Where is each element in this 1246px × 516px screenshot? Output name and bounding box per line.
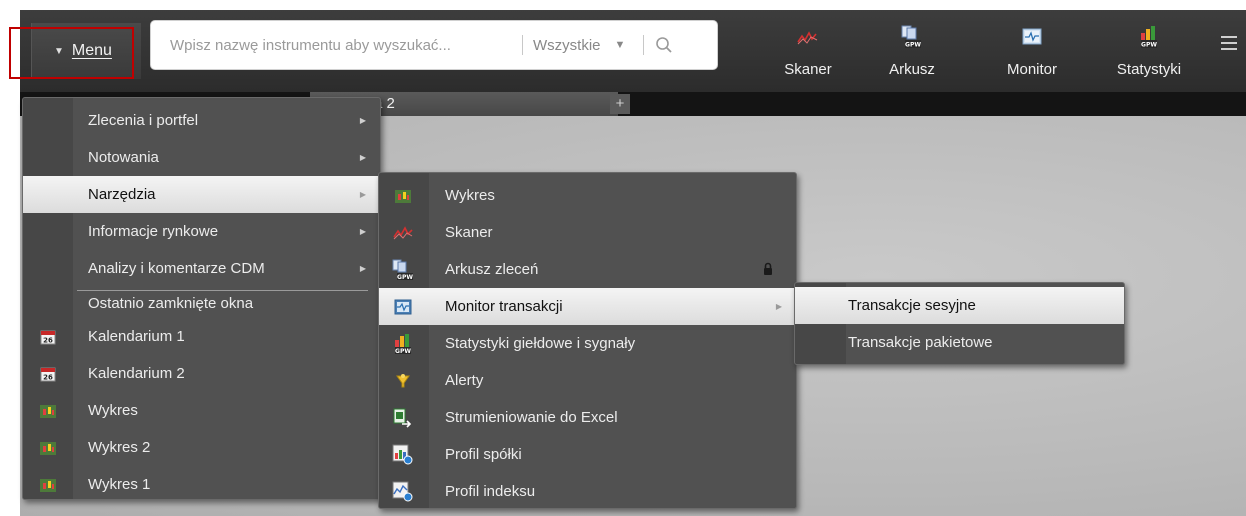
gpw-text: GPW (905, 42, 921, 49)
scanner-chart-icon (797, 24, 819, 50)
submenu-arrow-icon: ▶ (359, 190, 366, 199)
gpw-sheet-icon: GPW (391, 258, 415, 282)
tools-item-chart[interactable]: Wykres (379, 177, 796, 214)
calendar-day-text: 26 (43, 373, 53, 381)
tools-item-order-sheet[interactable]: GPW Arkusz zleceń (379, 251, 796, 288)
monitor-item-label: Transakcje sesyjne (848, 297, 976, 314)
tools-item-label: Strumieniowanie do Excel (445, 409, 618, 426)
index-profile-icon (391, 480, 415, 504)
menu-item-label: Narzędzia (88, 186, 156, 203)
caret-down-icon: ▼ (54, 45, 64, 57)
tools-item-alerts[interactable]: Alerty (379, 362, 796, 399)
lock-icon (763, 262, 773, 276)
main-menu-label: Menu (71, 42, 112, 59)
tools-item-index-profile[interactable]: Profil indeksu (379, 473, 796, 508)
tools-item-transaction-monitor[interactable]: Monitor transakcji ▶ (379, 288, 796, 325)
menu-item-orders-portfolio[interactable]: Zlecenia i portfel ▶ (23, 102, 380, 139)
toolbar-scanner-button[interactable]: Skaner (768, 10, 848, 92)
tools-item-label: Wykres (445, 187, 495, 204)
tools-item-label: Alerty (445, 372, 484, 389)
menu-item-label: Informacje rynkowe (88, 223, 219, 240)
hamburger-menu-icon[interactable] (1221, 36, 1237, 54)
calendar-icon: 26 (36, 325, 60, 349)
top-toolbar: ▼ Menu Wpisz nazwę instrumentu aby wyszu… (20, 10, 1246, 92)
tools-item-scanner[interactable]: Skaner (379, 214, 796, 251)
recent-item-chart-1[interactable]: Wykres 1 (23, 466, 380, 499)
tools-item-label: Arkusz zleceń (445, 261, 539, 278)
tools-item-label: Statystyki giełdowe i sygnały (445, 335, 636, 352)
instrument-search: Wpisz nazwę instrumentu aby wyszukać... … (150, 20, 718, 70)
menu-item-label: Zlecenia i portfel (88, 112, 199, 129)
gpw-text: GPW (1141, 42, 1157, 49)
toolbar-statistics-label: Statystyki (1116, 61, 1182, 78)
menu-item-tools[interactable]: Narzędzia ▶ (23, 176, 380, 213)
menu-item-analyses[interactable]: Analizy i komentarze CDM ▶ (23, 250, 380, 287)
tools-item-excel-streaming[interactable]: Strumieniowanie do Excel (379, 399, 796, 436)
excel-stream-icon (391, 406, 415, 430)
candlestick-chart-icon (36, 473, 60, 497)
dropdown-arrow-icon: ▼ (614, 39, 626, 51)
submenu-arrow-icon: ▶ (359, 264, 366, 273)
monitor-item-session-transactions[interactable]: Transakcje sesyjne (795, 287, 1124, 324)
submenu-arrow-icon: ▶ (359, 116, 366, 125)
toolbar-monitor-button[interactable]: Monitor (992, 10, 1072, 92)
recent-item-chart[interactable]: Wykres (23, 392, 380, 429)
recent-item-label: Wykres 2 (88, 439, 151, 456)
menu-item-label: Analizy i komentarze CDM (88, 260, 265, 277)
recent-item-chart-2[interactable]: Wykres 2 (23, 429, 380, 466)
tools-item-label: Profil spółki (445, 446, 522, 463)
add-tab-button[interactable]: + (610, 94, 630, 114)
recent-item-calendar-2[interactable]: 26 Kalendarium 2 (23, 355, 380, 392)
gpw-text: GPW (395, 348, 411, 355)
calendar-day-text: 26 (43, 336, 53, 344)
transaction-monitor-submenu: Transakcje sesyjne Transakcje pakietowe (794, 282, 1125, 365)
monitor-item-label: Transakcje pakietowe (848, 334, 993, 351)
main-menu-button[interactable]: ▼ Menu (31, 23, 141, 79)
submenu-arrow-icon: ▶ (775, 302, 782, 311)
recent-windows-header: Ostatnio zamknięte okna (23, 288, 380, 318)
main-menu-dropdown: Zlecenia i portfel ▶ Notowania ▶ Narzędz… (22, 97, 381, 500)
search-scope-value: Wszystkie (533, 36, 601, 54)
submenu-arrow-icon: ▶ (359, 227, 366, 236)
tools-item-label: Monitor transakcji (445, 298, 563, 315)
gpw-sheet-icon: GPW (899, 24, 925, 50)
alert-bell-icon (391, 369, 415, 393)
recent-item-label: Kalendarium 2 (88, 365, 185, 382)
gpw-statistics-icon: GPW (1137, 24, 1161, 50)
submenu-arrow-icon: ▶ (359, 153, 366, 162)
gpw-text: GPW (397, 274, 413, 281)
monitor-icon (391, 295, 415, 319)
recent-item-calendar-1[interactable]: 26 Kalendarium 1 (23, 318, 380, 355)
gpw-statistics-icon: GPW (391, 332, 415, 356)
monitor-item-block-transactions[interactable]: Transakcje pakietowe (795, 324, 1124, 361)
menu-item-quotes[interactable]: Notowania ▶ (23, 139, 380, 176)
toolbar-statistics-button[interactable]: GPW Statystyki (1104, 10, 1194, 92)
recent-item-label: Wykres 1 (88, 476, 151, 493)
tools-item-company-profile[interactable]: Profil spółki (379, 436, 796, 473)
tools-item-label: Skaner (445, 224, 493, 241)
toolbar-scanner-label: Skaner (784, 61, 832, 78)
candlestick-chart-icon (391, 184, 415, 208)
monitor-icon (1022, 24, 1042, 50)
menu-item-label: Notowania (88, 149, 159, 166)
recent-item-label: Wykres (88, 402, 138, 419)
menu-item-market-info[interactable]: Informacje rynkowe ▶ (23, 213, 380, 250)
search-icon[interactable] (644, 36, 684, 54)
tools-item-label: Profil indeksu (445, 483, 536, 500)
toolbar-monitor-label: Monitor (1006, 61, 1058, 78)
recent-item-label: Kalendarium 1 (88, 328, 185, 345)
calendar-icon: 26 (36, 362, 60, 386)
tools-submenu: Wykres Skaner GPW Arkusz zleceń Monitor … (378, 172, 797, 509)
search-input[interactable]: Wpisz nazwę instrumentu aby wyszukać... (151, 37, 522, 54)
search-scope-select[interactable]: Wszystkie ▼ (523, 37, 643, 54)
candlestick-chart-icon (36, 436, 60, 460)
toolbar-sheet-button[interactable]: GPW Arkusz (872, 10, 952, 92)
scanner-chart-icon (391, 221, 415, 245)
candlestick-chart-icon (36, 399, 60, 423)
company-profile-icon (391, 443, 415, 467)
tools-item-statistics[interactable]: GPW Statystyki giełdowe i sygnały (379, 325, 796, 362)
toolbar-sheet-label: Arkusz (889, 61, 935, 78)
recent-header-label: Ostatnio zamknięte okna (88, 294, 254, 312)
